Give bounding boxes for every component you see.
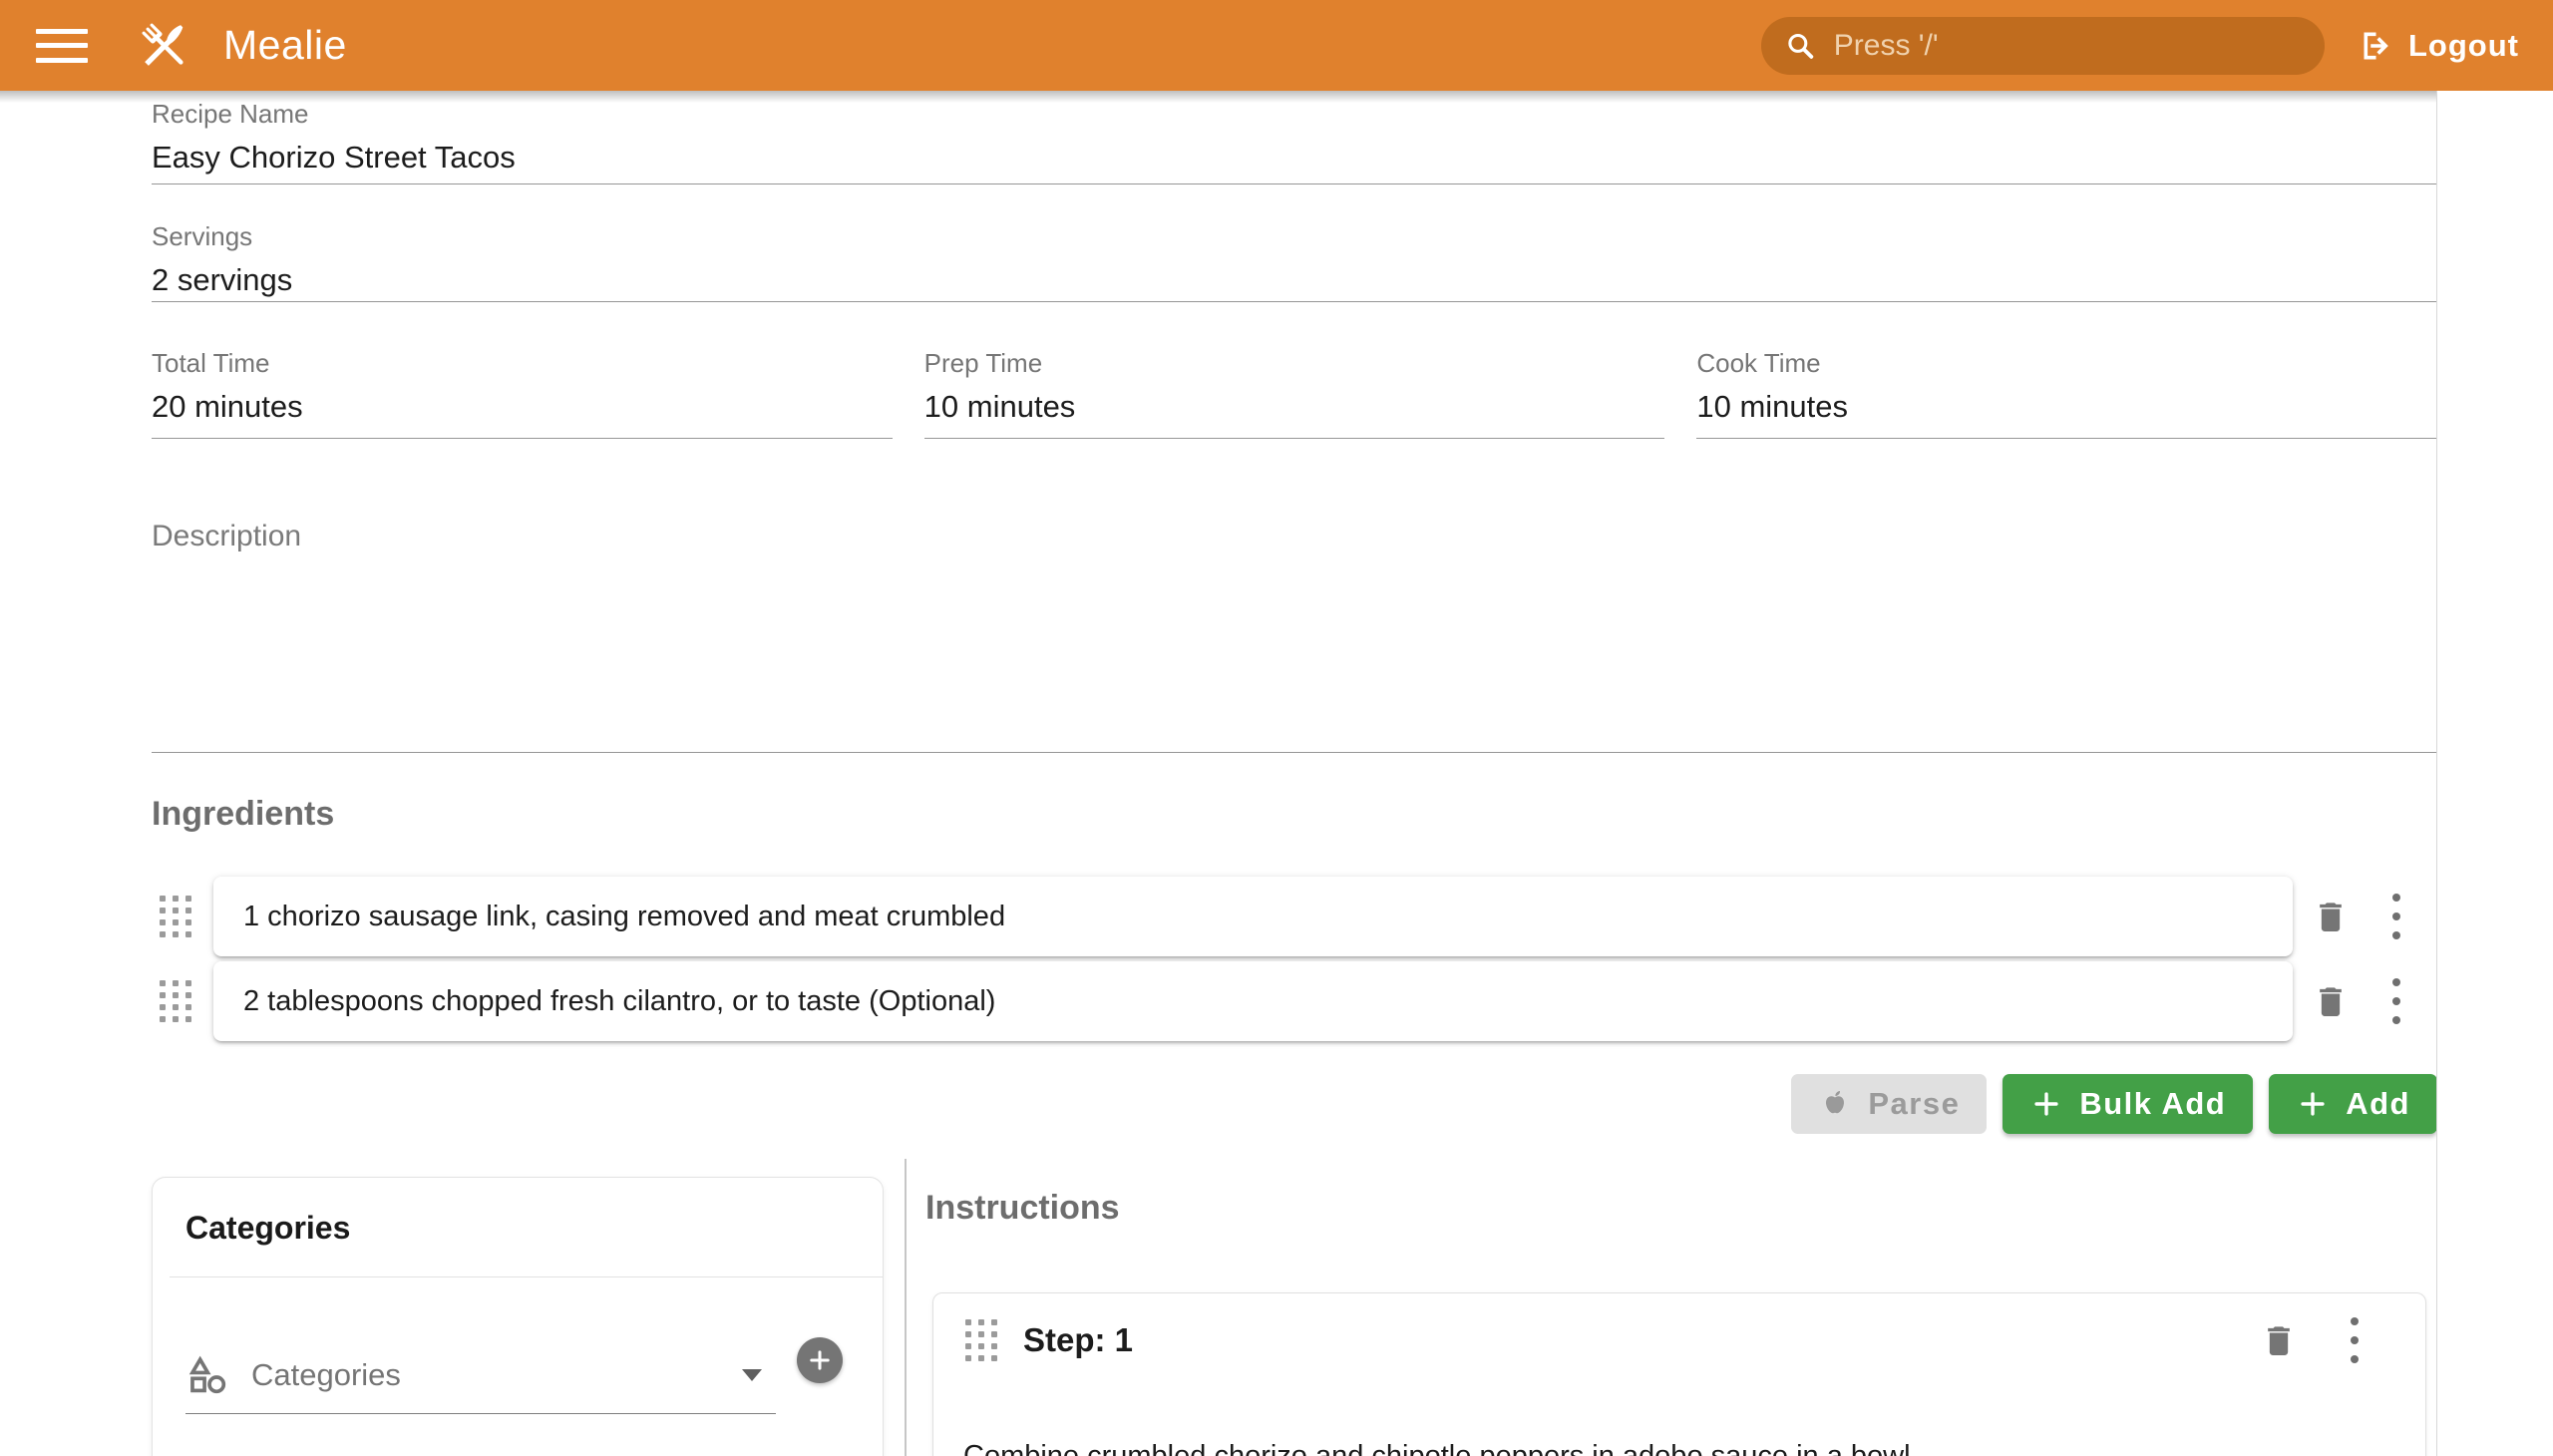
servings-label: Servings bbox=[152, 221, 2437, 252]
servings-field: Servings bbox=[152, 221, 2437, 302]
logout-button[interactable]: Logout bbox=[2357, 28, 2519, 64]
ingredient-actions: Parse Bulk Add Add bbox=[152, 1074, 2437, 1134]
ingredient-menu-button[interactable] bbox=[2392, 978, 2400, 1024]
categories-card: Categories Categories bbox=[152, 1177, 884, 1456]
search-box[interactable] bbox=[1761, 17, 2325, 75]
categories-heading: Categories bbox=[153, 1178, 883, 1247]
instruction-step-card: Step: 1 Combine crumbled chorizo and chi… bbox=[932, 1292, 2426, 1456]
delete-ingredient-button[interactable] bbox=[2311, 897, 2351, 936]
step-text[interactable]: Combine crumbled chorizo and chipotle pe… bbox=[933, 1363, 2425, 1456]
column-divider bbox=[905, 1159, 907, 1456]
trash-icon bbox=[2311, 981, 2351, 1021]
ingredients-heading: Ingredients bbox=[152, 795, 334, 834]
mealie-logo-icon bbox=[136, 17, 193, 75]
total-time-label: Total Time bbox=[152, 348, 893, 379]
search-input[interactable] bbox=[1834, 29, 2301, 63]
logout-icon bbox=[2357, 28, 2392, 64]
add-button[interactable]: Add bbox=[2269, 1074, 2437, 1134]
bulk-add-button[interactable]: Bulk Add bbox=[2003, 1074, 2253, 1134]
logout-label: Logout bbox=[2408, 28, 2519, 64]
parse-button[interactable]: Parse bbox=[1791, 1074, 1987, 1134]
description-field: Description bbox=[152, 520, 2437, 753]
ingredient-menu-button[interactable] bbox=[2392, 894, 2400, 939]
total-time-input[interactable] bbox=[152, 389, 893, 425]
prep-time-field: Prep Time bbox=[924, 348, 1665, 439]
ingredient-row bbox=[152, 876, 2437, 957]
app-title: Mealie bbox=[223, 22, 347, 69]
prep-time-label: Prep Time bbox=[924, 348, 1665, 379]
recipe-name-input[interactable] bbox=[152, 140, 2437, 176]
bulk-add-label: Bulk Add bbox=[2079, 1086, 2226, 1122]
times-row: Total Time Prep Time Cook Time bbox=[152, 348, 2437, 439]
categories-select[interactable]: Categories bbox=[185, 1337, 776, 1414]
categories-select-label: Categories bbox=[251, 1357, 401, 1393]
ingredient-row bbox=[152, 960, 2437, 1042]
shapes-icon bbox=[185, 1353, 229, 1397]
apple-icon bbox=[1818, 1087, 1852, 1121]
servings-input[interactable] bbox=[152, 262, 2437, 298]
drag-handle-icon[interactable] bbox=[965, 1319, 997, 1361]
recipe-name-label: Recipe Name bbox=[152, 99, 2437, 130]
plus-icon bbox=[2296, 1087, 2330, 1121]
instructions-heading: Instructions bbox=[925, 1189, 1120, 1228]
ingredient-input-card bbox=[213, 877, 2293, 956]
divider bbox=[170, 1276, 883, 1277]
total-time-field: Total Time bbox=[152, 348, 893, 439]
cook-time-input[interactable] bbox=[1696, 389, 2437, 425]
description-label: Description bbox=[152, 520, 2437, 553]
delete-ingredient-button[interactable] bbox=[2311, 981, 2351, 1021]
description-input[interactable] bbox=[152, 553, 2437, 733]
ingredient-input[interactable] bbox=[243, 901, 2263, 933]
drag-handle-icon[interactable] bbox=[160, 980, 191, 1022]
step-title: Step: 1 bbox=[1023, 1321, 1133, 1359]
ingredient-input-card bbox=[213, 961, 2293, 1041]
chevron-down-icon bbox=[742, 1369, 762, 1381]
recipe-name-field: Recipe Name bbox=[152, 99, 2437, 184]
delete-step-button[interactable] bbox=[2259, 1320, 2299, 1360]
add-label: Add bbox=[2346, 1086, 2410, 1122]
ingredient-input[interactable] bbox=[243, 985, 2263, 1018]
menu-icon[interactable] bbox=[36, 29, 88, 63]
parse-label: Parse bbox=[1868, 1086, 1960, 1122]
add-category-button[interactable] bbox=[797, 1337, 843, 1383]
cook-time-label: Cook Time bbox=[1696, 348, 2437, 379]
search-icon bbox=[1785, 29, 1816, 63]
app-bar: Mealie Logout bbox=[0, 0, 2553, 91]
recipe-editor: Recipe Name Servings Total Time Prep Tim… bbox=[0, 91, 2437, 1456]
step-header: Step: 1 bbox=[933, 1293, 2425, 1363]
step-menu-button[interactable] bbox=[2351, 1317, 2359, 1363]
cook-time-field: Cook Time bbox=[1696, 348, 2437, 439]
drag-handle-icon[interactable] bbox=[160, 896, 191, 937]
trash-icon bbox=[2311, 897, 2351, 936]
plus-icon bbox=[2029, 1087, 2063, 1121]
plus-icon bbox=[806, 1346, 834, 1374]
trash-icon bbox=[2259, 1320, 2299, 1360]
prep-time-input[interactable] bbox=[924, 389, 1665, 425]
